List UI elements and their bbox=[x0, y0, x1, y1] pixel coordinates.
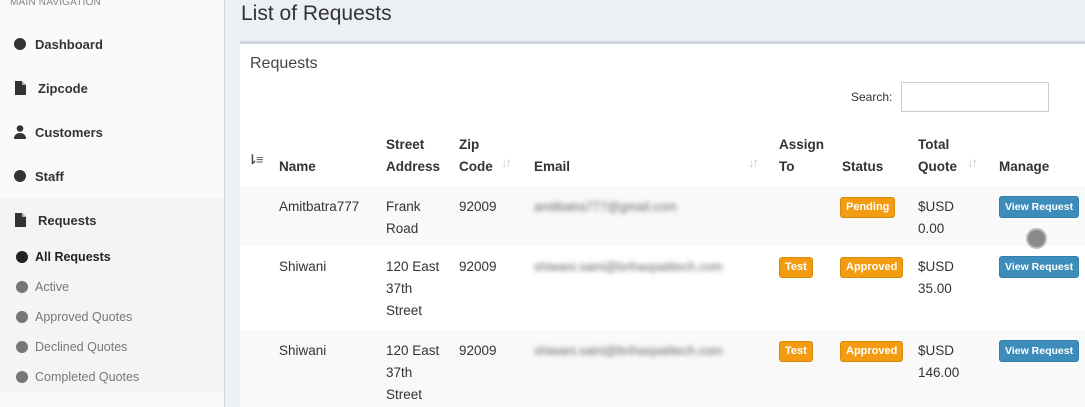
sort-icon[interactable]: ↓↑ bbox=[967, 155, 978, 170]
assign-badge: Test bbox=[779, 257, 813, 278]
status-badge: Pending bbox=[840, 197, 896, 218]
th-zip-line1[interactable]: Zip bbox=[459, 134, 479, 156]
file-icon bbox=[13, 81, 27, 95]
submenu-label: Completed Quotes bbox=[35, 370, 140, 384]
th-status[interactable]: Status bbox=[842, 156, 883, 178]
submenu-declined-quotes[interactable]: Declined Quotes bbox=[0, 332, 224, 362]
sidebar-item-customers[interactable]: Customers bbox=[0, 110, 224, 154]
cell-street-line2: Road bbox=[386, 221, 419, 236]
sidebar-item-label: Zipcode bbox=[38, 80, 88, 96]
submenu-completed-quotes[interactable]: Completed Quotes bbox=[0, 362, 224, 392]
cell-street-line1: Frank bbox=[386, 199, 421, 214]
cell-total-line2: 35.00 bbox=[918, 281, 952, 296]
sort-icon[interactable]: ↓↑ bbox=[501, 155, 512, 170]
submenu-label: Approved Quotes bbox=[35, 310, 133, 324]
cell-street-line1: 120 East bbox=[386, 343, 440, 358]
cell-total-line2: 146.00 bbox=[918, 365, 960, 380]
submenu-active[interactable]: Active bbox=[0, 272, 224, 302]
sidebar: MAIN NAVIGATION Dashboard Zipcode Custom… bbox=[0, 0, 225, 407]
mouse-cursor-indicator bbox=[1026, 228, 1047, 249]
circle-icon bbox=[13, 38, 27, 50]
submenu-approved-quotes[interactable]: Approved Quotes bbox=[0, 302, 224, 332]
cell-street-line1: 120 East bbox=[386, 259, 440, 274]
user-icon bbox=[13, 125, 27, 139]
th-total-line1[interactable]: Total bbox=[918, 134, 949, 156]
th-street-line1[interactable]: Street bbox=[386, 134, 424, 156]
view-request-button[interactable]: View Request bbox=[999, 196, 1080, 218]
status-badge: Approved bbox=[840, 257, 904, 278]
circle-icon bbox=[16, 341, 28, 353]
cell-name: Shiwani bbox=[279, 259, 327, 274]
sidebar-item-requests[interactable]: Requests bbox=[0, 198, 224, 242]
circle-icon bbox=[16, 311, 28, 323]
sidebar-item-label: Dashboard bbox=[35, 36, 103, 52]
search-label: Search: bbox=[851, 90, 893, 104]
cell-name: Shiwani bbox=[279, 343, 327, 358]
cell-name: Amitbatra777 bbox=[279, 199, 360, 214]
sidebar-item-label: Requests bbox=[38, 212, 97, 228]
cell-total-line2: 0.00 bbox=[918, 221, 945, 236]
cell-street-line3: Street bbox=[386, 303, 423, 318]
circle-icon bbox=[16, 281, 28, 293]
requests-box: Requests Search: ⇂≡ Name Street Address … bbox=[240, 41, 1085, 407]
cell-total-line1: $USD bbox=[918, 343, 955, 358]
sidebar-item-staff[interactable]: Staff bbox=[0, 154, 224, 198]
sidebar-item-zipcode[interactable]: Zipcode bbox=[0, 66, 224, 110]
cell-zip: 92009 bbox=[459, 199, 497, 214]
box-title: Requests bbox=[250, 55, 318, 72]
th-name[interactable]: Name bbox=[279, 156, 316, 178]
search-input[interactable] bbox=[901, 82, 1049, 112]
sidebar-item-dashboard[interactable]: Dashboard bbox=[0, 22, 224, 66]
sidebar-item-label: Customers bbox=[35, 124, 103, 140]
submenu-all-requests[interactable]: All Requests bbox=[0, 242, 224, 272]
file-icon bbox=[13, 213, 27, 227]
sidebar-item-label: Staff bbox=[35, 168, 64, 184]
cell-total-line1: $USD bbox=[918, 199, 955, 214]
table-row: Shiwani 120 East 37th Street 92009 shiwa… bbox=[240, 246, 1085, 330]
sort-icon[interactable]: ↓↑ bbox=[748, 155, 759, 170]
page-title: List of Requests bbox=[241, 2, 392, 25]
th-manage: Manage bbox=[999, 159, 1050, 174]
table-row: Amitbatra777 Frank Road 92009 amitbatra7… bbox=[240, 186, 1085, 246]
cell-zip: 92009 bbox=[459, 259, 497, 274]
table-row: Shiwani 120 East 37th Street 92009 shiwa… bbox=[240, 330, 1085, 407]
view-request-button[interactable]: View Request bbox=[999, 256, 1080, 278]
submenu-label: Declined Quotes bbox=[35, 340, 128, 354]
nav-header: MAIN NAVIGATION bbox=[10, 0, 101, 8]
cell-street-line2: 37th bbox=[386, 365, 413, 380]
th-zip-line2[interactable]: Code bbox=[459, 156, 493, 178]
cell-email: shiwani.saini@brihaspatitech.com bbox=[534, 260, 723, 274]
sidebar-footer bbox=[0, 392, 224, 407]
cell-email: shiwani.saini@brihaspatitech.com bbox=[534, 344, 723, 358]
requests-submenu: All Requests Active Approved Quotes Decl… bbox=[0, 242, 224, 392]
submenu-label: All Requests bbox=[35, 250, 111, 264]
cell-zip: 92009 bbox=[459, 343, 497, 358]
circle-icon bbox=[16, 251, 28, 263]
th-email[interactable]: Email bbox=[534, 156, 570, 178]
th-assign-line2[interactable]: To bbox=[779, 156, 795, 178]
circle-icon bbox=[13, 170, 27, 182]
cell-street-line3: Street bbox=[386, 387, 423, 402]
view-request-button[interactable]: View Request bbox=[999, 340, 1080, 362]
assign-badge: Test bbox=[779, 341, 813, 362]
cell-email: amitbatra777@gmail.com bbox=[534, 200, 677, 214]
th-street-line2[interactable]: Address bbox=[386, 156, 440, 178]
sort-desc-icon[interactable]: ⇂≡ bbox=[247, 152, 264, 168]
status-badge: Approved bbox=[840, 341, 904, 362]
circle-icon bbox=[16, 371, 28, 383]
cell-total-line1: $USD bbox=[918, 259, 955, 274]
cell-street-line2: 37th bbox=[386, 281, 413, 296]
th-assign-line1[interactable]: Assign bbox=[779, 134, 824, 156]
th-total-line2[interactable]: Quote bbox=[918, 156, 957, 178]
submenu-label: Active bbox=[35, 280, 70, 294]
